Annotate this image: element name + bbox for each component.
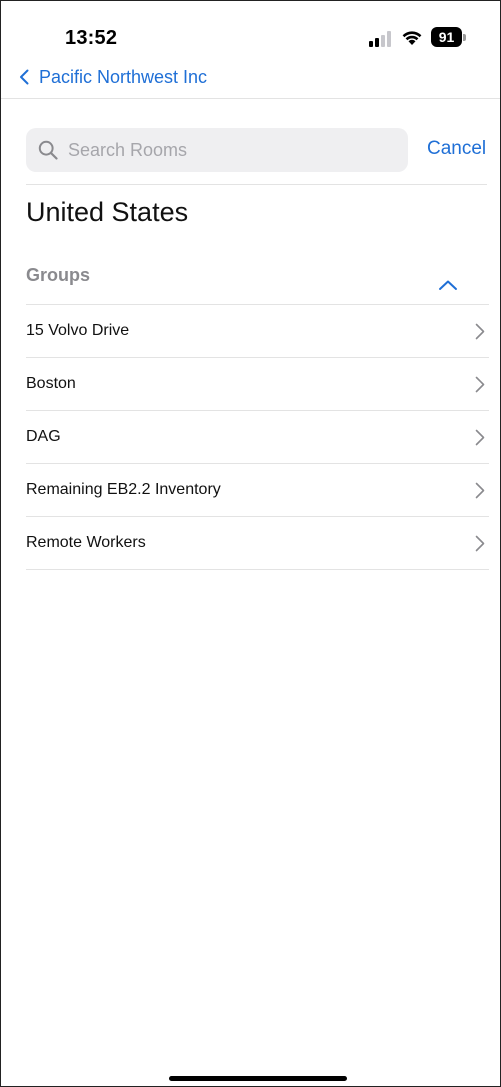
battery-tip — [463, 34, 466, 41]
status-time: 13:52 — [65, 27, 118, 49]
chevron-right-icon — [475, 376, 485, 393]
wifi-icon — [402, 31, 422, 45]
battery-level: 91 — [431, 27, 462, 47]
navigation-bar: Pacific Northwest Inc — [1, 57, 500, 99]
group-row[interactable]: Remote Workers — [26, 517, 489, 570]
chevron-right-icon — [475, 535, 485, 552]
search-field[interactable] — [26, 128, 408, 172]
search-icon — [38, 140, 58, 160]
group-row[interactable]: Boston — [26, 358, 489, 411]
home-indicator[interactable] — [169, 1076, 347, 1081]
group-row-label: 15 Volvo Drive — [26, 322, 130, 339]
group-list: 15 Volvo Drive Boston DAG Remaining EB2.… — [26, 304, 489, 570]
group-row-label: DAG — [26, 428, 61, 445]
cellular-signal-icon — [369, 31, 391, 47]
group-row[interactable]: Remaining EB2.2 Inventory — [26, 464, 489, 517]
cancel-button[interactable]: Cancel — [427, 138, 486, 160]
group-row-label: Remote Workers — [26, 534, 146, 551]
groups-section-header: Groups — [26, 265, 91, 285]
chevron-up-icon[interactable] — [438, 279, 458, 291]
group-row-label: Remaining EB2.2 Inventory — [26, 481, 221, 498]
group-row-label: Boston — [26, 375, 76, 392]
group-row[interactable]: 15 Volvo Drive — [26, 305, 489, 358]
chevron-right-icon — [475, 482, 485, 499]
status-bar: 13:52 91 — [1, 1, 500, 57]
battery-icon: 91 — [431, 27, 467, 47]
chevron-left-icon — [20, 69, 29, 85]
search-input[interactable] — [68, 135, 398, 165]
group-row[interactable]: DAG — [26, 411, 489, 464]
back-button[interactable]: Pacific Northwest Inc — [19, 63, 207, 91]
app-screen: 13:52 91 Pacific Northwest Inc Search Ro… — [0, 0, 501, 1087]
chevron-right-icon — [475, 429, 485, 446]
region-title: United States — [26, 197, 189, 227]
chevron-right-icon — [475, 323, 485, 340]
back-button-label: Pacific Northwest Inc — [39, 66, 208, 87]
divider — [26, 184, 487, 185]
